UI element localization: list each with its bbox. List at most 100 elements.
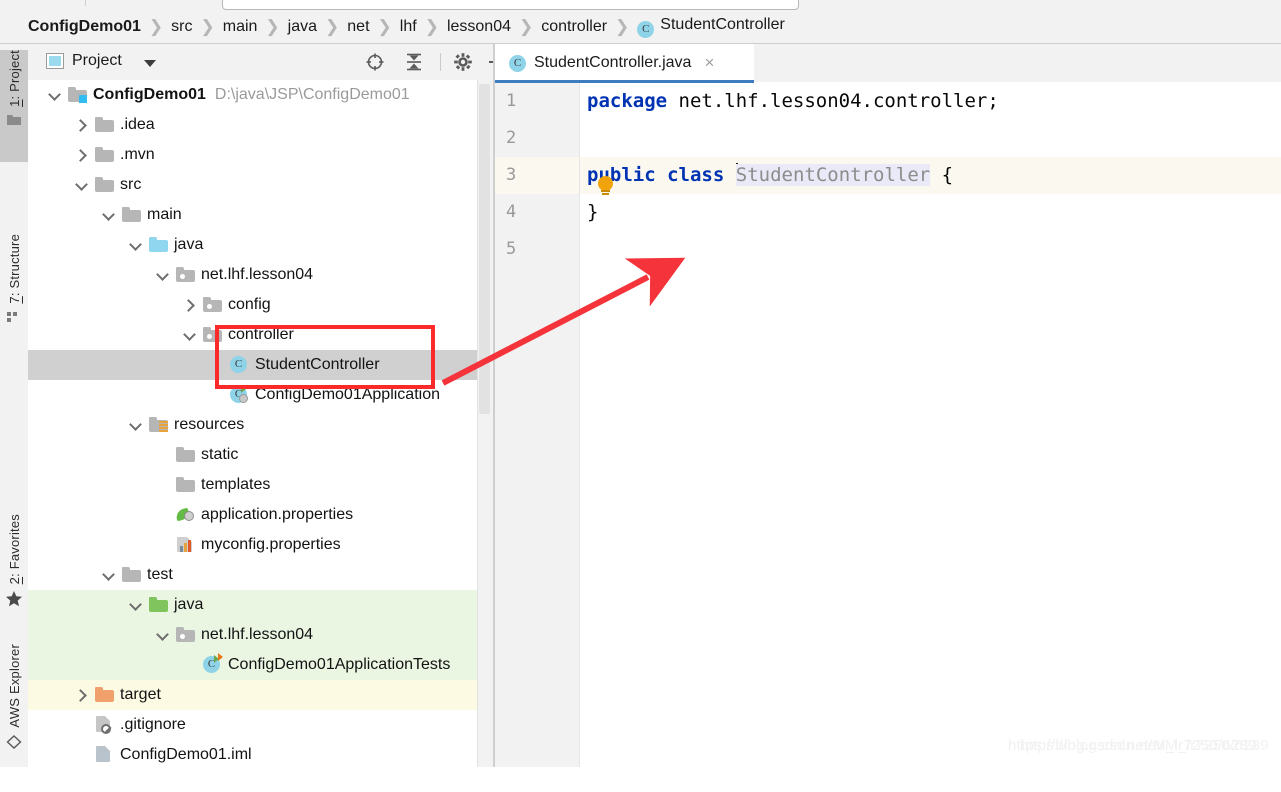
breadcrumb-item-main[interactable]: main — [223, 18, 258, 36]
code-line[interactable]: } — [580, 194, 1281, 231]
chevron-down-icon[interactable] — [128, 418, 142, 432]
chevron-down-icon[interactable] — [101, 208, 115, 222]
gutter-line[interactable]: 2 — [495, 120, 579, 157]
tree-row[interactable]: static — [28, 440, 477, 470]
code-token: package — [587, 90, 668, 112]
tree-row[interactable]: test — [28, 560, 477, 590]
tree-row[interactable]: C ConfigDemo01Application — [28, 380, 477, 410]
close-icon[interactable]: × — [704, 53, 714, 73]
breadcrumb-separator: ❯ — [424, 16, 439, 36]
chevron-down-icon[interactable] — [101, 568, 115, 582]
breadcrumb-item-studentcontroller[interactable]: C StudentController — [637, 16, 785, 38]
chevron-right-icon[interactable] — [74, 148, 88, 162]
tree-row-label: static — [201, 446, 239, 463]
tree-row[interactable]: controller — [28, 320, 477, 350]
tree-row-label: ConfigDemo01.iml — [120, 746, 252, 763]
gutter-line[interactable]: 1 — [495, 83, 579, 120]
tree-row[interactable]: java — [28, 230, 477, 260]
tool-window-button-2-favorites[interactable]: 2: Favorites — [0, 514, 28, 642]
folder-icon — [122, 206, 141, 222]
toolbar-separator — [440, 53, 441, 71]
project-tree-scrollbar-thumb[interactable] — [479, 84, 490, 414]
code-token: { — [930, 164, 954, 186]
tree-row[interactable]: myconfig.properties — [28, 530, 477, 560]
breadcrumb-item-configdemo01[interactable]: ConfigDemo01 — [28, 18, 141, 36]
gitignore-icon — [95, 716, 114, 734]
chevron-down-icon[interactable] — [155, 268, 169, 282]
breadcrumb-item-lhf[interactable]: lhf — [400, 18, 417, 36]
java-class-icon: C — [509, 54, 526, 72]
breadcrumb-item-src[interactable]: src — [171, 18, 192, 36]
editor-tab-bar: C StudentController.java × — [495, 44, 1281, 83]
gutter-line[interactable]: 5 — [495, 231, 579, 268]
folder-icon — [176, 446, 195, 462]
tree-row[interactable]: C ConfigDemo01ApplicationTests — [28, 650, 477, 680]
breadcrumb-item-java[interactable]: java — [288, 18, 317, 36]
tree-row[interactable]: ConfigDemo01 D:\java\JSP\ConfigDemo01 — [28, 80, 477, 110]
tree-row-path: D:\java\JSP\ConfigDemo01 — [214, 86, 410, 103]
chevron-right-icon[interactable] — [74, 118, 88, 132]
chevron-down-icon[interactable] — [47, 88, 61, 102]
breadcrumb-label: lhf — [399, 17, 417, 35]
chevron-right-icon[interactable] — [182, 298, 196, 312]
chevron-down-icon[interactable] — [74, 178, 88, 192]
gutter-line[interactable]: 3 — [495, 157, 579, 194]
chevron-right-icon[interactable] — [74, 688, 88, 702]
chevron-down-icon[interactable] — [144, 60, 156, 67]
breadcrumb-item-lesson04[interactable]: lesson04 — [447, 18, 511, 36]
code-token: class — [667, 164, 725, 186]
package-icon — [176, 626, 195, 642]
tree-row-label: myconfig.properties — [201, 536, 341, 553]
tool-window-button-label: 1: Project — [6, 50, 22, 107]
lightbulb-icon[interactable] — [598, 176, 613, 196]
package-icon — [203, 326, 222, 342]
code-line[interactable]: public class StudentController { — [580, 157, 1281, 194]
chevron-down-icon[interactable] — [128, 238, 142, 252]
tree-row-label: resources — [174, 416, 245, 433]
tool-window-button-1-project[interactable]: 1: Project — [0, 50, 28, 162]
tab-student-controller[interactable]: C StudentController.java × — [495, 44, 754, 82]
tree-row[interactable]: config — [28, 290, 477, 320]
tree-row-label: java — [174, 236, 204, 253]
test-source-root-folder-icon — [149, 596, 168, 612]
chevron-down-icon[interactable] — [155, 628, 169, 642]
gear-icon[interactable] — [452, 51, 474, 73]
breadcrumb-item-net[interactable]: net — [347, 18, 369, 36]
aws-icon — [6, 734, 22, 755]
breadcrumb-item-controller[interactable]: controller — [541, 18, 607, 36]
code-line[interactable] — [580, 231, 1281, 268]
tree-row[interactable]: java — [28, 590, 477, 620]
tree-row[interactable]: application.properties — [28, 500, 477, 530]
project-tree[interactable]: ConfigDemo01 D:\java\JSP\ConfigDemo01 .ide… — [28, 80, 477, 767]
tree-row[interactable]: src — [28, 170, 477, 200]
editor-code-area[interactable]: package net.lhf.lesson04.controller; publ… — [580, 83, 1281, 767]
tree-row[interactable]: .gitignore — [28, 710, 477, 740]
navigation-bar-field[interactable] — [222, 0, 799, 10]
tree-row[interactable]: target — [28, 680, 477, 710]
tool-window-button-7-structure[interactable]: 7: Structure — [0, 234, 28, 370]
code-editor: C StudentController.java × 1 2 3 4 5 package… — [495, 44, 1281, 767]
editor-gutter[interactable]: 1 2 3 4 5 — [495, 83, 580, 767]
chevron-down-icon[interactable] — [128, 598, 142, 612]
tool-window-button-aws-explorer[interactable]: AWS Explorer — [0, 644, 28, 792]
tree-row[interactable]: templates — [28, 470, 477, 500]
code-line[interactable] — [580, 120, 1281, 157]
tree-row[interactable]: net.lhf.lesson04 — [28, 620, 477, 650]
tree-row-label: net.lhf.lesson04 — [201, 266, 314, 283]
breadcrumb-separator: ❯ — [200, 16, 215, 36]
tree-row[interactable]: main — [28, 200, 477, 230]
gutter-line[interactable]: 4 — [495, 194, 579, 231]
tree-row[interactable]: ConfigDemo01.iml — [28, 740, 477, 767]
tree-row[interactable]: .idea — [28, 110, 477, 140]
collapse-all-icon[interactable] — [403, 51, 425, 73]
chevron-down-icon[interactable] — [182, 328, 196, 342]
tree-row[interactable]: C StudentController — [28, 350, 477, 380]
code-line[interactable]: package net.lhf.lesson04.controller; — [580, 83, 1281, 120]
tree-row[interactable]: .mvn — [28, 140, 477, 170]
source-root-folder-icon — [149, 236, 168, 252]
line-number: 1 — [506, 91, 517, 111]
locate-in-tree-icon[interactable] — [364, 51, 386, 73]
tree-row[interactable]: net.lhf.lesson04 — [28, 260, 477, 290]
tree-row[interactable]: resources — [28, 410, 477, 440]
